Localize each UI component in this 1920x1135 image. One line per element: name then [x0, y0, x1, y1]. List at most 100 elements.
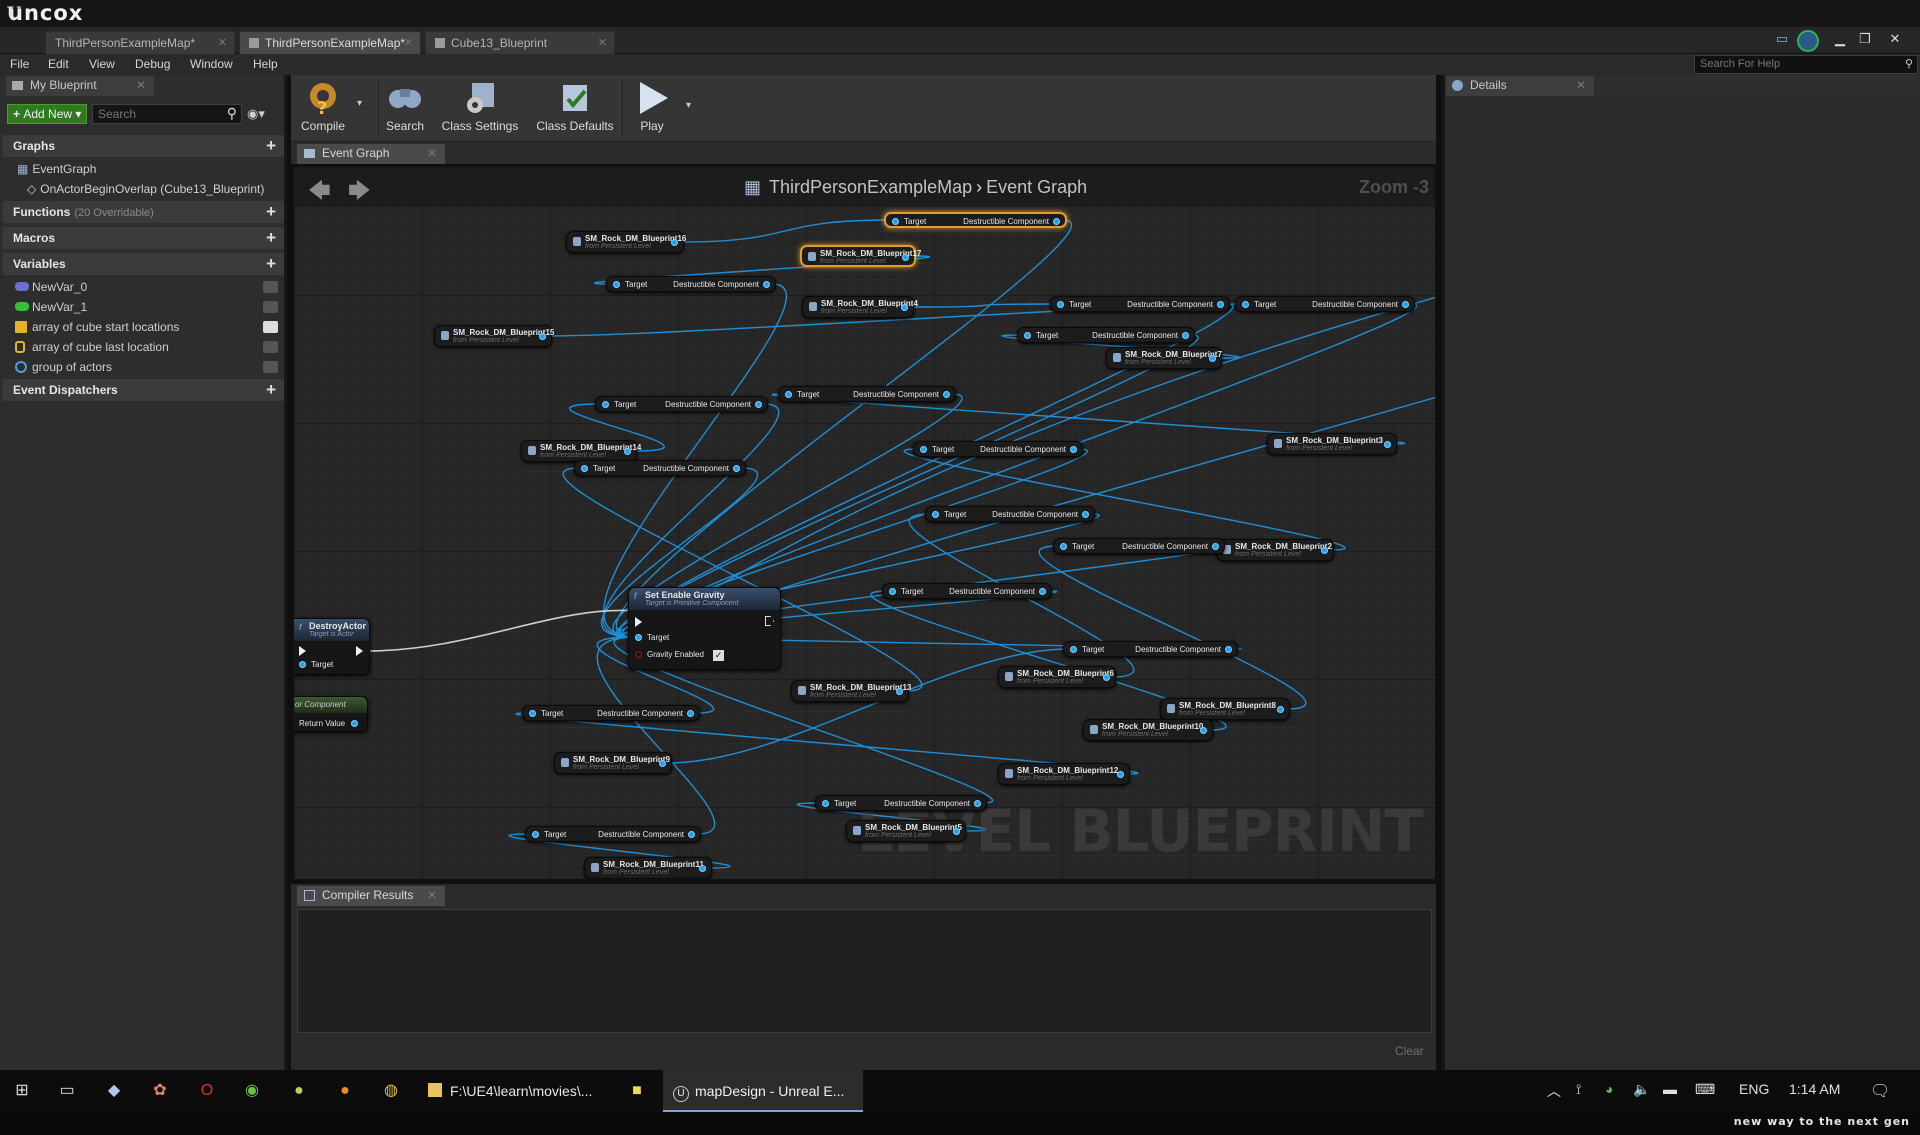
- component-pin[interactable]: [1182, 332, 1189, 339]
- add-variable-icon[interactable]: +: [266, 253, 276, 275]
- output-pin[interactable]: [624, 448, 631, 455]
- component-pin[interactable]: [1039, 588, 1046, 595]
- graphs-header[interactable]: Graphs +: [3, 135, 284, 157]
- help-search-input[interactable]: Search For Help ⚲: [1694, 55, 1918, 74]
- output-pin[interactable]: [539, 333, 546, 340]
- target-pin[interactable]: [613, 281, 620, 288]
- windows-start-icon[interactable]: ⊞: [10, 1079, 34, 1103]
- close-window-icon[interactable]: ✕: [1885, 31, 1905, 48]
- exec-out-pin[interactable]: [765, 616, 774, 626]
- taskbar-file-explorer[interactable]: F:\UE4\learn\movies\...: [420, 1070, 610, 1112]
- doc-tab-map-2[interactable]: ThirdPersonExampleMap* ✕: [239, 31, 421, 54]
- exec-in-pin[interactable]: [635, 617, 642, 627]
- target-pin[interactable]: [1060, 543, 1067, 550]
- set-enable-gravity-node[interactable]: Set Enable Gravity Target is Primitive C…: [628, 587, 781, 670]
- event-graph-tab[interactable]: Event Graph ✕: [297, 144, 445, 164]
- menu-edit[interactable]: Edit: [48, 57, 69, 71]
- taskbar-unreal-editor[interactable]: UmapDesign - Unreal E...: [663, 1070, 863, 1112]
- close-icon[interactable]: ✕: [218, 32, 227, 54]
- play-dropdown-icon[interactable]: ▾: [686, 100, 691, 111]
- battery-icon[interactable]: ▬: [1663, 1081, 1677, 1097]
- component-pin[interactable]: [1217, 301, 1224, 308]
- target-pin[interactable]: [299, 661, 306, 668]
- compile-button[interactable]: ? Compile: [296, 77, 350, 139]
- visibility-icon[interactable]: [263, 321, 278, 333]
- close-icon[interactable]: ✕: [1576, 76, 1586, 95]
- variable-item[interactable]: NewVar_1: [3, 297, 284, 317]
- target-pin[interactable]: [529, 710, 536, 717]
- my-blueprint-tab[interactable]: My Blueprint ✕: [6, 76, 154, 96]
- add-graph-icon[interactable]: +: [266, 135, 276, 157]
- visibility-icon[interactable]: [263, 341, 278, 353]
- output-pin[interactable]: [1209, 355, 1216, 362]
- component-pin[interactable]: [687, 710, 694, 717]
- target-pin[interactable]: [1070, 646, 1077, 653]
- add-function-icon[interactable]: +: [266, 201, 276, 223]
- close-icon[interactable]: ✕: [427, 144, 437, 163]
- component-pin[interactable]: [943, 391, 950, 398]
- get-destructible-component-node[interactable]: Target Destructible Component: [595, 396, 768, 412]
- visibility-icon[interactable]: [263, 301, 278, 313]
- output-pin[interactable]: [1321, 547, 1328, 554]
- output-pin[interactable]: [901, 304, 908, 311]
- actor-reference-node[interactable]: SM_Rock_DM_Blueprint16 from Persistent Le…: [566, 231, 686, 253]
- variable-item[interactable]: array of cube start locations: [3, 317, 284, 337]
- event-dispatchers-header[interactable]: Event Dispatchers +: [3, 379, 284, 401]
- actor-reference-node[interactable]: SM_Rock_DM_Blueprint3 from Persistent Lev…: [1267, 433, 1397, 455]
- actor-reference-node[interactable]: SM_Rock_DM_Blueprint8 from Persistent Lev…: [1160, 698, 1290, 720]
- component-pin[interactable]: [763, 281, 770, 288]
- nav-forward-icon[interactable]: 🡆: [348, 174, 371, 212]
- clock[interactable]: 1:14 AM: [1789, 1081, 1840, 1097]
- app-icon[interactable]: ●: [287, 1079, 311, 1103]
- actor-reference-node[interactable]: SM_Rock_DM_Blueprint13 from Persistent Le…: [791, 680, 911, 702]
- target-pin[interactable]: [635, 634, 642, 641]
- tree-item-event[interactable]: ◇ OnActorBeginOverlap (Cube13_Blueprint): [3, 179, 284, 199]
- menu-view[interactable]: View: [89, 57, 115, 71]
- language-indicator[interactable]: ENG: [1739, 1081, 1769, 1097]
- class-defaults-button[interactable]: Class Defaults: [533, 77, 617, 139]
- play-button[interactable]: Play: [626, 77, 678, 139]
- opera-icon[interactable]: O: [195, 1079, 219, 1103]
- chrome-icon[interactable]: ◍: [379, 1079, 403, 1103]
- get-destructible-component-node[interactable]: Target Destructible Component: [815, 795, 987, 811]
- target-pin[interactable]: [602, 401, 609, 408]
- output-pin[interactable]: [896, 688, 903, 695]
- output-pin[interactable]: [1103, 674, 1110, 681]
- restore-icon[interactable]: ❐: [1855, 31, 1875, 48]
- bool-pin[interactable]: [635, 651, 642, 658]
- event-graph-canvas[interactable]: 🡄 🡆 ▦ ThirdPersonExampleMap › Event Graph Z…: [293, 166, 1436, 880]
- blueprint-search-input[interactable]: Search ⚲: [92, 104, 242, 124]
- get-destructible-component-node[interactable]: Target Destructible Component: [778, 386, 956, 402]
- actor-reference-node[interactable]: SM_Rock_DM_Blueprint17 from Persistent Le…: [800, 245, 921, 267]
- chevron-up-icon[interactable]: ︿: [1547, 1081, 1561, 1101]
- task-view-icon[interactable]: ▭: [55, 1079, 79, 1103]
- output-pin[interactable]: [902, 254, 909, 261]
- chat-icon[interactable]: ▭: [1772, 31, 1792, 48]
- doc-tab-map-1[interactable]: ThirdPersonExampleMap* ✕: [45, 31, 235, 54]
- component-pin[interactable]: [1225, 646, 1232, 653]
- functions-header[interactable]: Functions (20 Overridable) +: [3, 201, 284, 223]
- app-tray-icon[interactable]: ◕: [1605, 1081, 1613, 1097]
- close-icon[interactable]: ✕: [598, 32, 607, 54]
- output-pin[interactable]: [699, 865, 706, 872]
- get-destructible-component-node[interactable]: Target Destructible Component: [1235, 296, 1415, 312]
- gravity-enabled-checkbox[interactable]: ✓: [713, 650, 724, 661]
- crumb-graph[interactable]: Event Graph: [986, 177, 1087, 197]
- actor-reference-node[interactable]: SM_Rock_DM_Blueprint4 from Persistent Lev…: [802, 296, 918, 318]
- output-pin[interactable]: [1200, 727, 1207, 734]
- get-destructible-component-node[interactable]: Target Destructible Component: [1050, 296, 1230, 312]
- output-pin[interactable]: [1277, 706, 1284, 713]
- close-icon[interactable]: ✕: [427, 886, 437, 905]
- target-pin[interactable]: [581, 465, 588, 472]
- close-icon[interactable]: ✕: [404, 32, 413, 54]
- component-pin[interactable]: [1212, 543, 1219, 550]
- target-pin[interactable]: [1242, 301, 1249, 308]
- target-pin[interactable]: [785, 391, 792, 398]
- target-pin[interactable]: [532, 831, 539, 838]
- close-icon[interactable]: ✕: [136, 76, 146, 95]
- visibility-icon[interactable]: [263, 281, 278, 293]
- get-destructible-component-node[interactable]: Target Destructible Component: [574, 460, 746, 476]
- component-pin[interactable]: [755, 401, 762, 408]
- app-icon[interactable]: ✿: [148, 1079, 172, 1103]
- app-icon[interactable]: ◆: [102, 1079, 126, 1103]
